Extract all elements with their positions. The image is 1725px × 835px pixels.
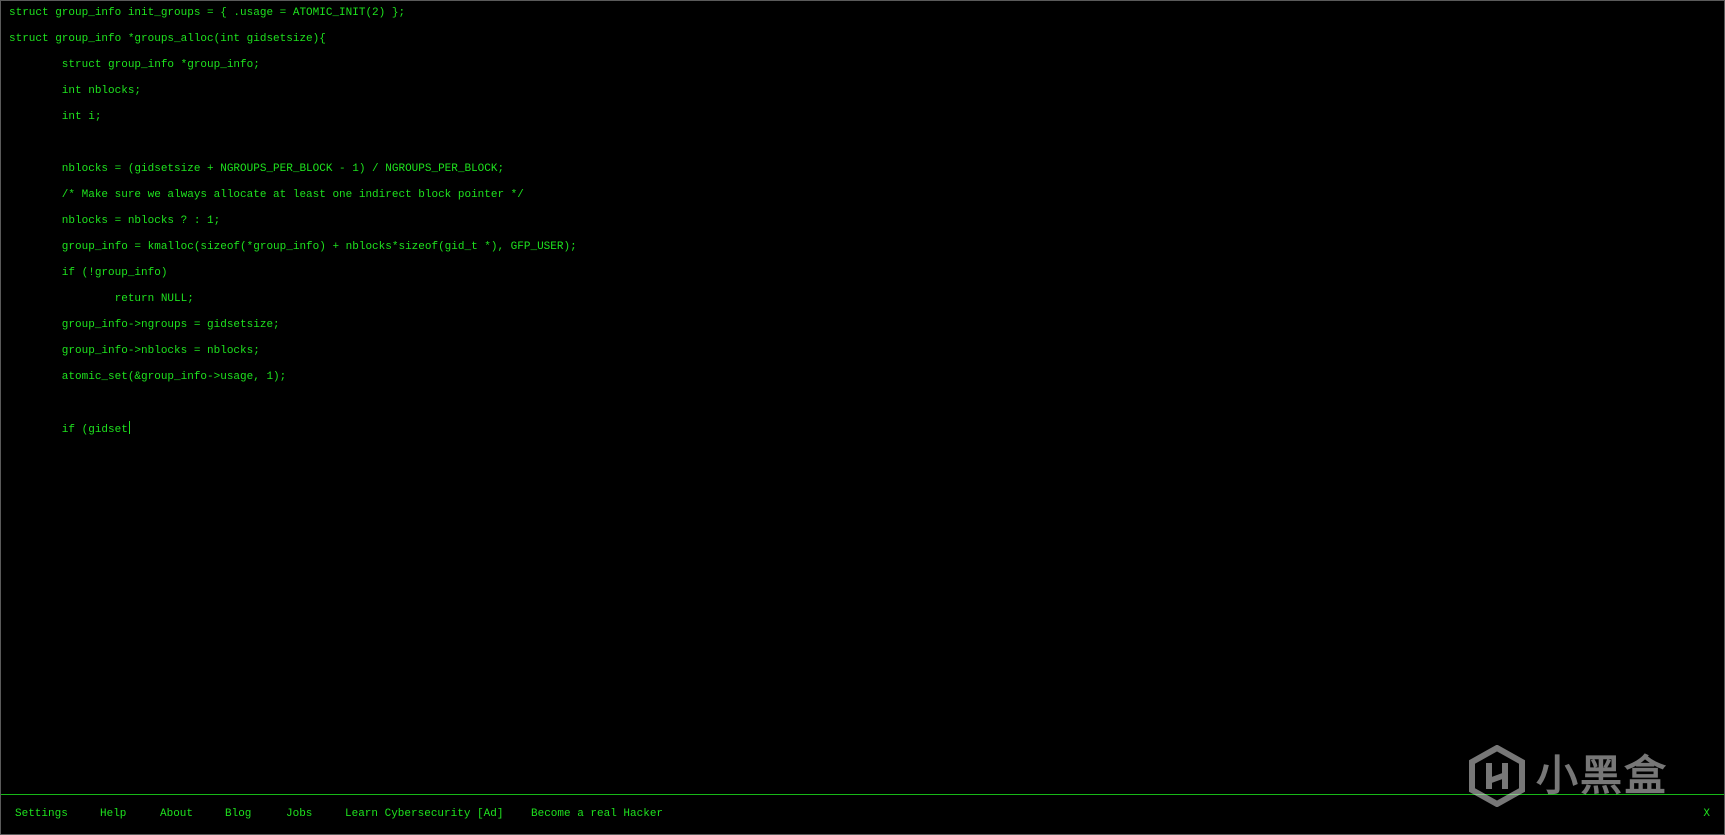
help-link[interactable]: Help <box>100 807 126 821</box>
code-line: int i; <box>9 111 102 123</box>
about-link[interactable]: About <box>160 807 193 821</box>
code-line: struct group_info *group_info; <box>9 59 260 71</box>
code-line: struct group_info *groups_alloc(int gids… <box>9 33 326 45</box>
code-line: int nblocks; <box>9 85 142 97</box>
become-hacker-link[interactable]: Become a real Hacker <box>531 807 663 821</box>
terminal-window: struct group_info init_groups = { .usage… <box>0 0 1725 835</box>
code-line: return NULL; <box>9 293 194 305</box>
jobs-link[interactable]: Jobs <box>286 807 312 821</box>
code-line: atomic_set(&group_info->usage, 1); <box>9 371 287 383</box>
xiaoheihe-logo-icon <box>1469 745 1525 807</box>
text-cursor <box>128 421 130 434</box>
learn-cybersecurity-ad-link[interactable]: Learn Cybersecurity [Ad] <box>345 807 503 821</box>
code-line: if (!group_info) <box>9 267 168 279</box>
code-line: group_info->ngroups = gidsetsize; <box>9 319 280 331</box>
code-line-current: if (gidset <box>9 421 130 437</box>
code-line: nblocks = nblocks ? : 1; <box>9 215 221 227</box>
code-line: struct group_info init_groups = { .usage… <box>9 7 406 19</box>
code-line-text: if (gidset <box>9 424 128 436</box>
code-line: group_info = kmalloc(sizeof(*group_info)… <box>9 241 577 253</box>
settings-link[interactable]: Settings <box>15 807 68 821</box>
blog-link[interactable]: Blog <box>225 807 251 821</box>
code-line: group_info->nblocks = nblocks; <box>9 345 260 357</box>
code-line: nblocks = (gidsetsize + NGROUPS_PER_BLOC… <box>9 163 505 175</box>
code-line: /* Make sure we always allocate at least… <box>9 189 524 201</box>
xiaoheihe-watermark: 小黑盒 <box>1466 745 1676 807</box>
watermark-text: 小黑盒 <box>1536 751 1669 800</box>
code-editor[interactable]: struct group_info init_groups = { .usage… <box>1 1 1724 793</box>
close-button[interactable]: X <box>1703 807 1710 821</box>
